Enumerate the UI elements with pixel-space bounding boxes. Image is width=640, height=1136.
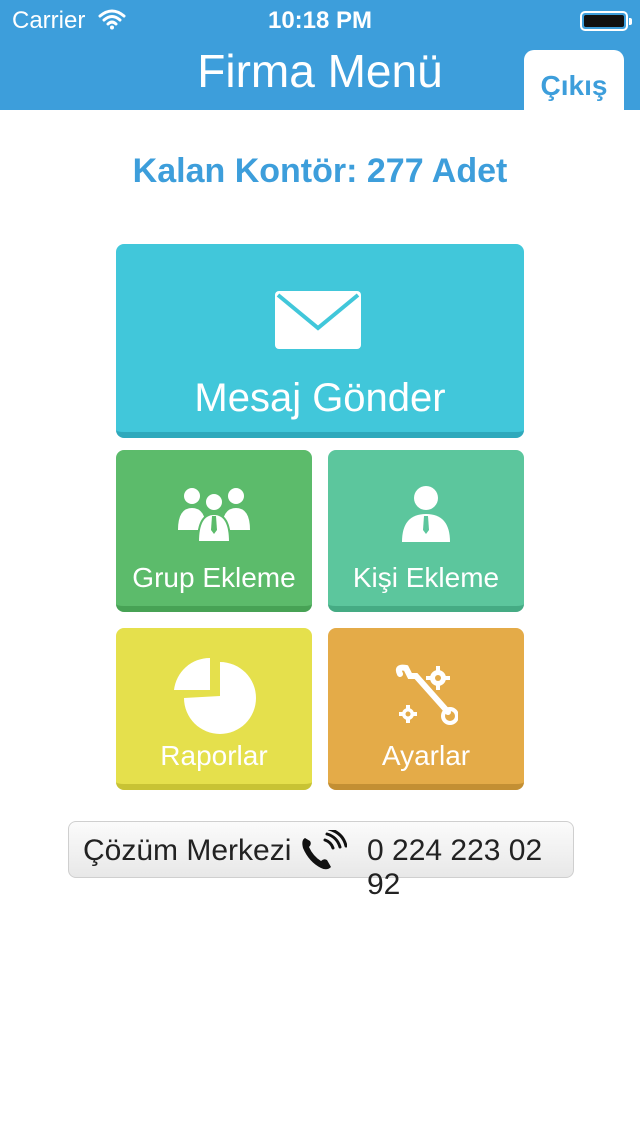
status-bar: Carrier 10:18 PM [0,0,640,40]
reports-button[interactable]: Raporlar [116,628,312,790]
support-center-label: Çözüm Merkezi [83,834,292,867]
settings-label: Ayarlar [381,740,471,771]
send-message-button[interactable]: Mesaj Gönder [116,244,524,438]
mail-icon [275,291,361,349]
clock: 10:18 PM [267,7,373,34]
reports-label: Raporlar [160,740,268,771]
support-phone-number: 0 224 223 02 92 [367,834,543,901]
group-icon [178,488,250,543]
settings-button[interactable]: Ayarlar [328,628,524,790]
phone-icon [302,830,347,870]
person-icon [402,486,450,542]
add-person-button[interactable]: Kişi Ekleme [328,450,524,612]
battery-icon [580,11,632,31]
tools-icon [395,664,458,725]
support-center-button[interactable]: Çözüm Merkezi 0 224 223 02 92 [68,821,574,901]
header-bar: Carrier 10:18 PM Firma Menü Çıkış [0,0,640,110]
logout-button[interactable]: Çıkış [524,50,624,110]
remaining-credits: Kalan Kontör: 277 Adet [132,152,508,190]
pie-chart-icon [174,658,256,734]
add-group-label: Grup Ekleme [132,562,296,593]
send-message-label: Mesaj Gönder [194,376,446,420]
add-group-button[interactable]: Grup Ekleme [116,450,312,612]
add-person-label: Kişi Ekleme [352,562,500,593]
